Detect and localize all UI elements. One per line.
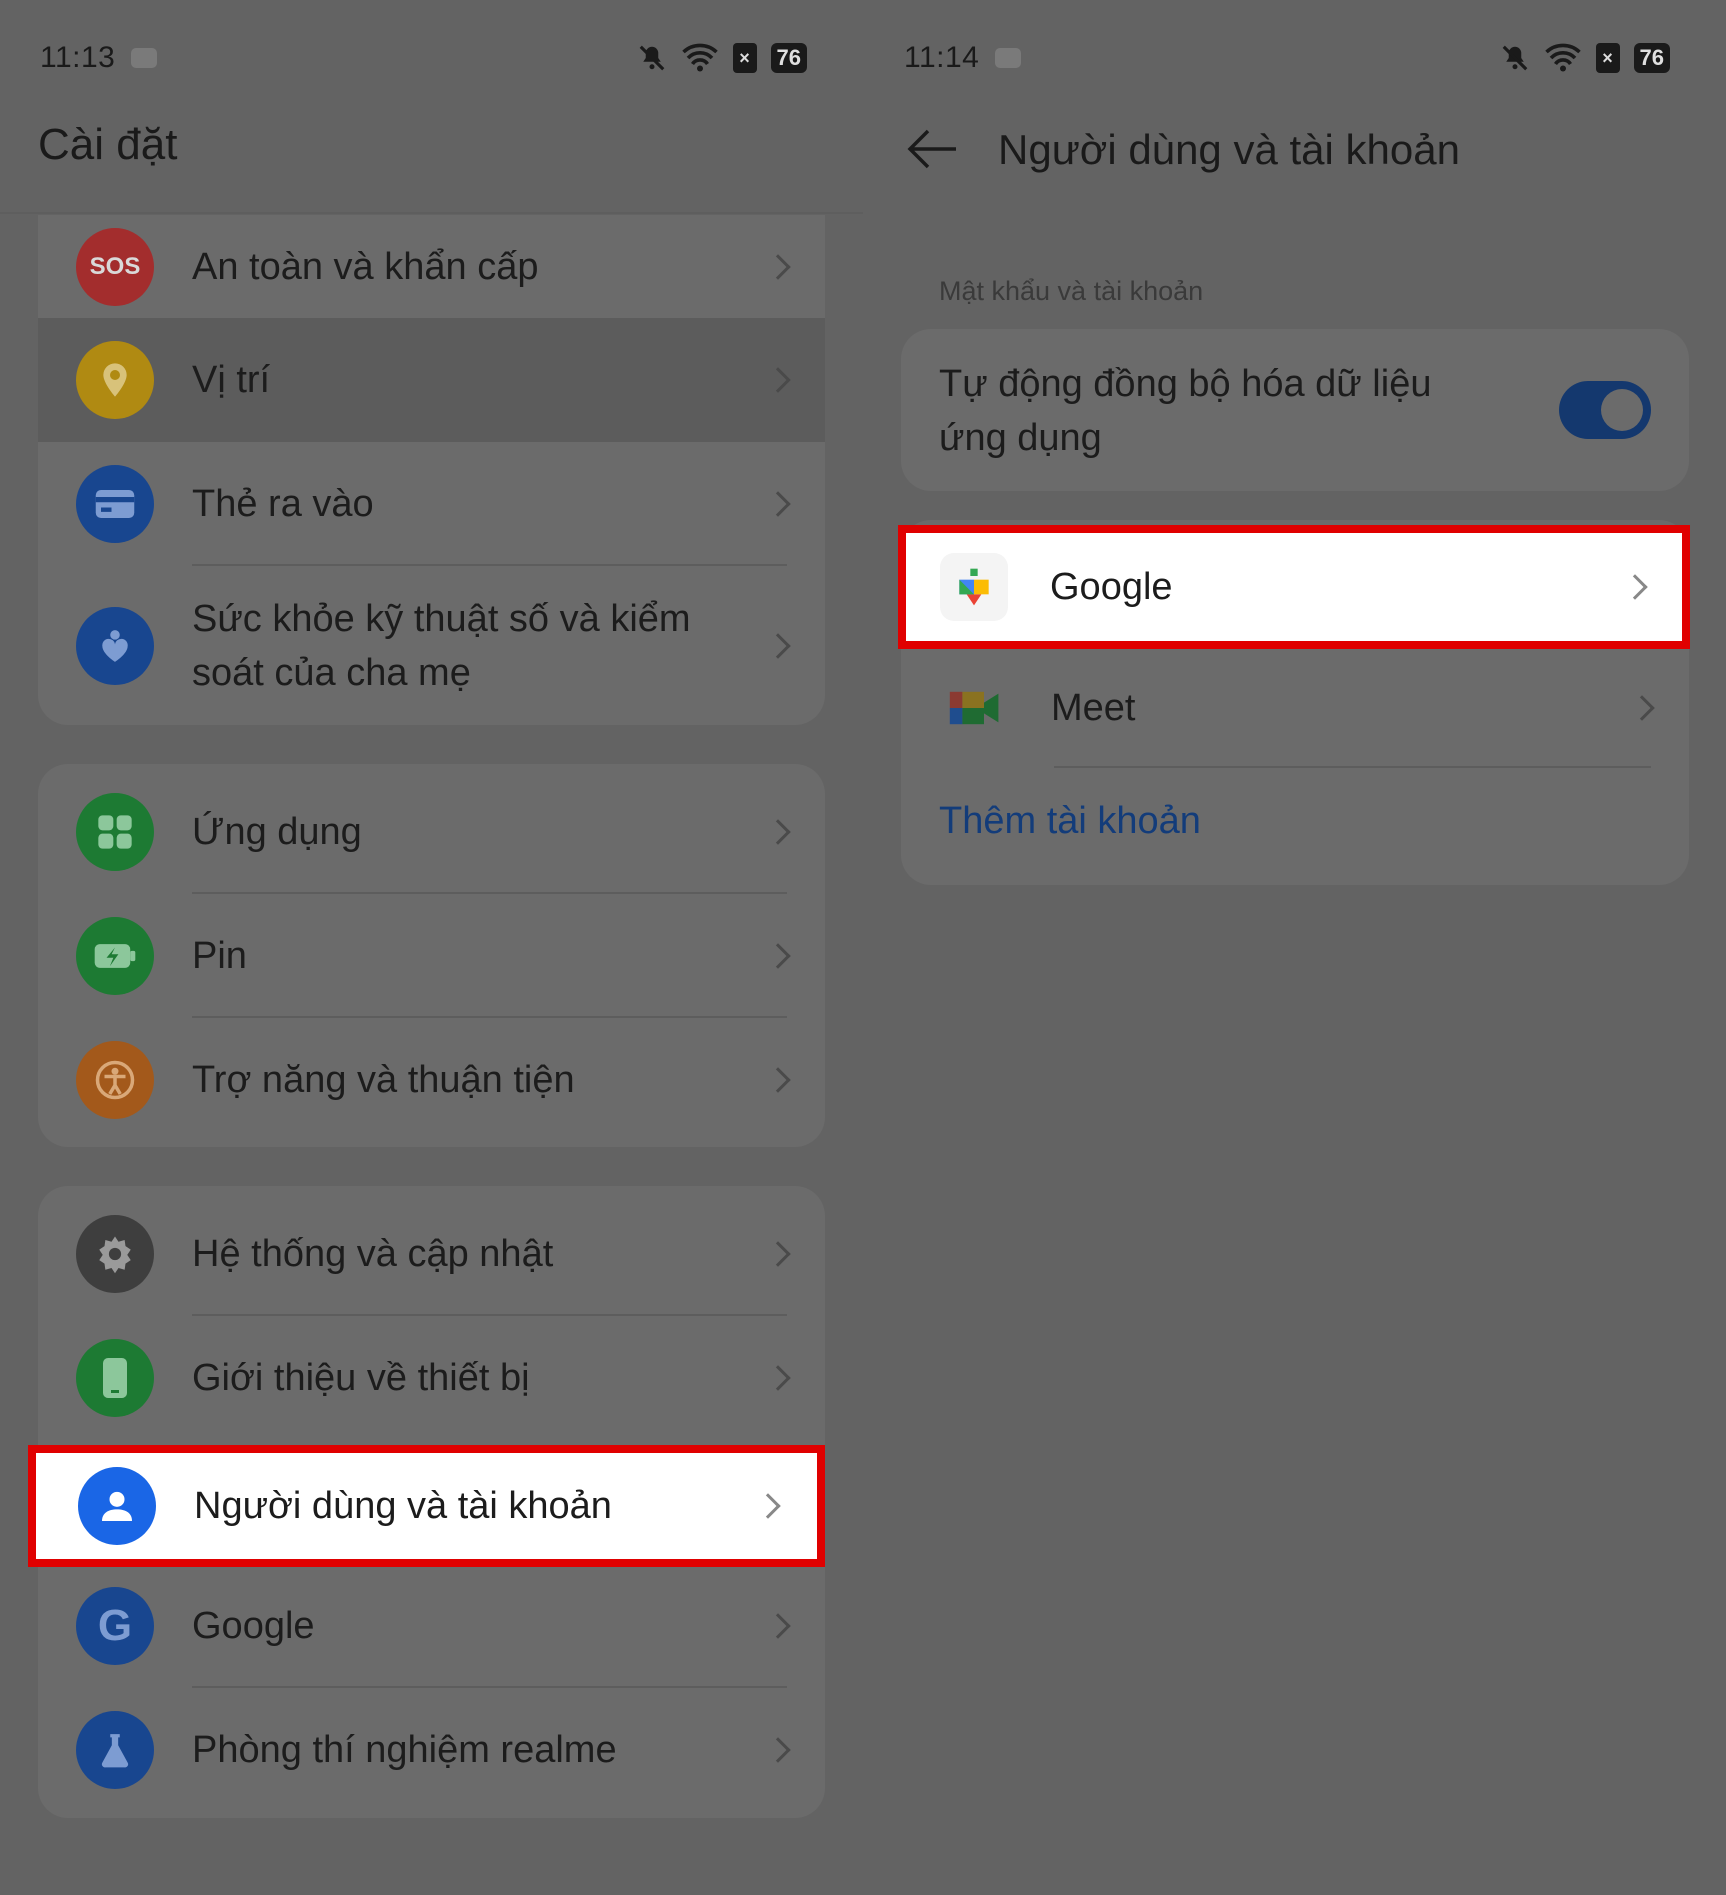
settings-item-label: Người dùng và tài khoản	[194, 1484, 612, 1527]
settings-item-label: Hệ thống và cập nhật	[192, 1233, 554, 1275]
settings-group-1: SOS An toàn và khẩn cấp Vị trí Thẻ ra và…	[38, 215, 825, 725]
google-play-services-icon	[940, 553, 1008, 621]
auto-sync-label: Tự động đồng bộ hóa dữ liệu ứng dụng	[939, 363, 1432, 459]
settings-item-label: Trợ năng và thuận tiện	[192, 1059, 575, 1101]
status-bar: 11:13 × 76	[40, 38, 807, 78]
google-icon: G	[76, 1587, 154, 1665]
accessibility-icon	[76, 1041, 154, 1119]
flask-icon	[76, 1711, 154, 1789]
settings-item-label: Sức khỏe kỹ thuật số và kiểm soát của ch…	[192, 598, 691, 694]
settings-item-google[interactable]: G Google	[38, 1564, 825, 1688]
user-icon	[78, 1467, 156, 1545]
phone-icon	[76, 1339, 154, 1417]
gear-icon	[76, 1215, 154, 1293]
sync-card: Tự động đồng bộ hóa dữ liệu ứng dụng	[901, 329, 1689, 491]
settings-item-label: An toàn và khẩn cấp	[192, 245, 539, 288]
account-item-google[interactable]: Google	[898, 525, 1690, 649]
account-item-meet[interactable]: Meet	[901, 648, 1689, 768]
settings-item-label: Phòng thí nghiệm realme	[192, 1729, 617, 1771]
settings-item-system[interactable]: Hệ thống và cập nhật	[38, 1192, 825, 1316]
settings-item-safety[interactable]: SOS An toàn và khẩn cấp	[38, 215, 825, 318]
settings-item-label: Thẻ ra vào	[192, 483, 374, 525]
wifi-icon	[1544, 43, 1581, 72]
auto-sync-toggle[interactable]	[1559, 381, 1651, 439]
divider	[1054, 766, 1651, 768]
sim-off-icon: ×	[732, 43, 757, 73]
settings-item-accessibility[interactable]: Trợ năng và thuận tiện	[38, 1018, 825, 1142]
sim-off-icon: ×	[1595, 43, 1620, 73]
wifi-icon	[681, 43, 718, 72]
settings-item-access-card[interactable]: Thẻ ra vào	[38, 442, 825, 566]
status-time: 11:14	[904, 41, 980, 74]
settings-item-label: Google	[192, 1605, 315, 1647]
settings-item-about-device[interactable]: Giới thiệu về thiết bị	[38, 1316, 825, 1440]
account-label: Google	[1050, 565, 1173, 608]
heart-person-icon	[76, 607, 154, 685]
header-divider	[0, 212, 863, 214]
toggle-knob	[1601, 389, 1643, 431]
google-meet-icon	[941, 674, 1009, 742]
settings-item-label: Giới thiệu về thiết bị	[192, 1357, 530, 1399]
back-arrow-icon[interactable]	[904, 127, 960, 171]
chevron-right-icon	[1629, 695, 1655, 721]
chevron-right-icon	[755, 1493, 781, 1519]
account-label: Meet	[1051, 686, 1136, 729]
users-accounts-screen: 11:14 × 76 Người dùng và tài khoản Mật k…	[863, 0, 1726, 1895]
chevron-right-icon	[1622, 574, 1648, 600]
location-pin-icon	[76, 341, 154, 419]
settings-group-2: Ứng dụng Pin Trợ năng và thuận tiện	[38, 764, 825, 1147]
notification-dot-icon	[131, 48, 158, 68]
settings-item-digital-wellbeing[interactable]: Sức khỏe kỹ thuật số và kiểm soát của ch…	[38, 566, 825, 725]
mute-bell-icon	[1502, 45, 1527, 71]
card-icon	[76, 465, 154, 543]
settings-item-realme-lab[interactable]: Phòng thí nghiệm realme	[38, 1688, 825, 1812]
settings-item-location[interactable]: Vị trí	[38, 318, 825, 442]
settings-item-battery[interactable]: Pin	[38, 894, 825, 1018]
add-account-link[interactable]: Thêm tài khoản	[939, 800, 1201, 843]
settings-item-label: Vị trí	[192, 359, 271, 401]
mute-bell-icon	[639, 45, 664, 71]
status-time: 11:13	[40, 41, 116, 74]
sos-icon: SOS	[76, 227, 154, 306]
settings-item-label: Ứng dụng	[192, 811, 362, 853]
settings-item-users-accounts[interactable]: Người dùng và tài khoản	[28, 1445, 825, 1567]
settings-item-apps[interactable]: Ứng dụng	[38, 770, 825, 894]
battery-level: 76	[1633, 43, 1670, 73]
settings-item-label: Pin	[192, 935, 247, 977]
battery-level: 76	[770, 43, 807, 73]
section-header: Mật khẩu và tài khoản	[939, 276, 1204, 306]
apps-grid-icon	[76, 793, 154, 871]
page-title: Người dùng và tài khoản	[998, 126, 1460, 173]
notification-dot-icon	[995, 48, 1022, 68]
page-title: Cài đặt	[38, 120, 178, 169]
status-bar: 11:14 × 76	[904, 38, 1670, 78]
settings-screen: 11:13 × 76 Cài đặt SOS An toàn và khẩn c…	[0, 0, 863, 1895]
battery-icon	[76, 917, 154, 995]
